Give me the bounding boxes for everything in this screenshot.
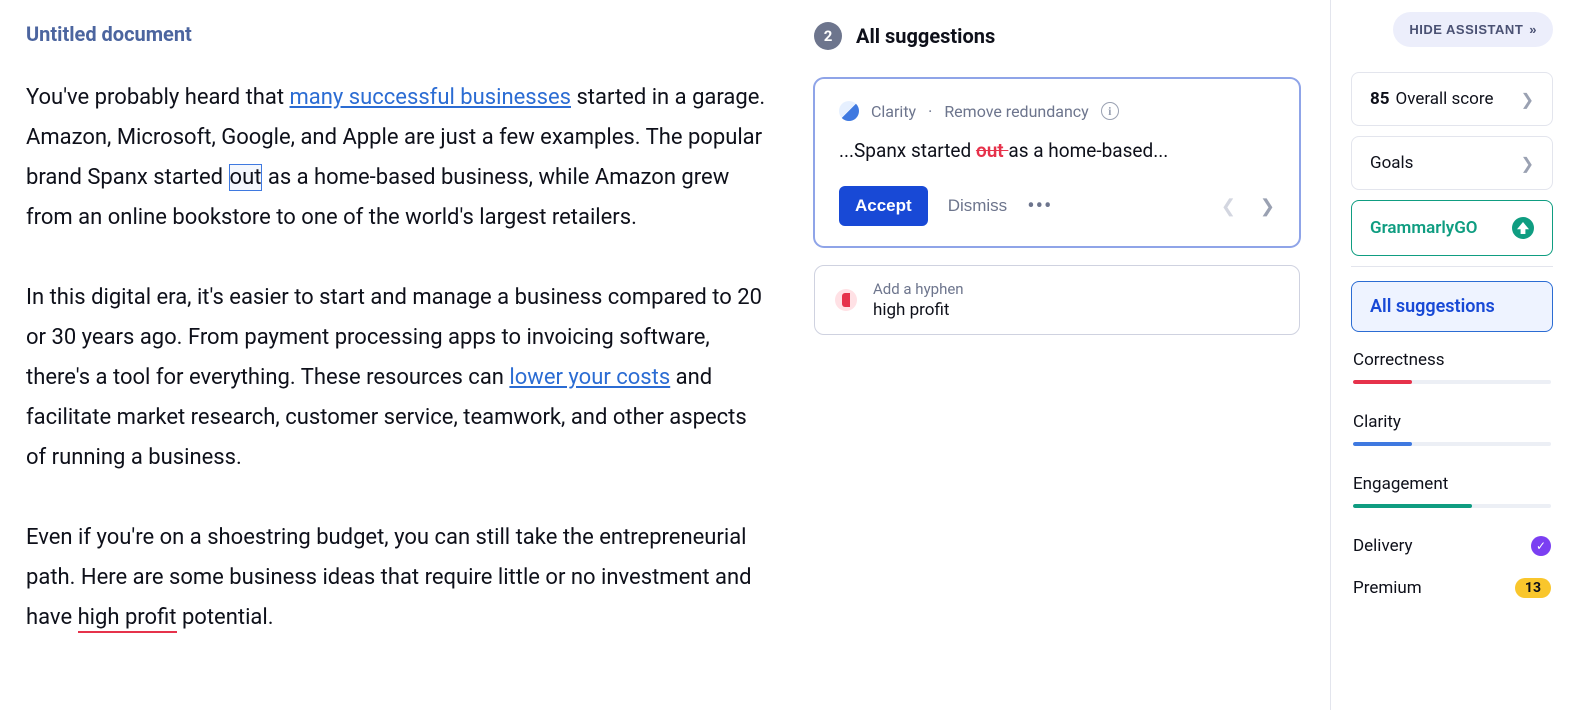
more-options-icon[interactable]: ••• (1027, 194, 1052, 219)
strikethrough-text: out (976, 139, 1008, 162)
category-label: Engagement (1353, 474, 1448, 494)
suggestion-text: high profit (873, 300, 964, 320)
suggestions-heading: All suggestions (856, 24, 995, 48)
goals-label: Goals (1370, 153, 1413, 173)
grammarly-go-label: GrammarlyGO (1370, 218, 1478, 238)
chevron-right-icon: ❯ (1521, 154, 1534, 173)
assistant-sidebar: HIDE ASSISTANT » 85 Overall score ❯ Goals… (1330, 0, 1581, 710)
engagement-bar (1353, 504, 1551, 508)
editor-pane: Untitled document You've probably heard … (0, 0, 790, 710)
premium-count-badge: 13 (1515, 578, 1551, 598)
suggestions-pane: 2 All suggestions Clarity · Remove redun… (790, 0, 1330, 710)
score-text: 85 Overall score (1370, 89, 1494, 109)
category-label: Correctness (1353, 350, 1445, 370)
suggestion-preview: ...Spanx started out as a home-based... (839, 139, 1275, 162)
suggestion-actions: Accept Dismiss ••• ❮ ❯ (839, 186, 1275, 226)
link-successful-businesses[interactable]: many successful businesses (290, 85, 571, 110)
link-lower-costs[interactable]: lower your costs (509, 365, 670, 390)
info-icon[interactable]: i (1101, 102, 1119, 120)
sidebar-list: 85 Overall score ❯ Goals ❯ GrammarlyGO Al… (1351, 72, 1553, 598)
clarity-bar (1353, 442, 1551, 446)
hide-assistant-label: HIDE ASSISTANT (1409, 22, 1523, 37)
separator: · (928, 102, 932, 121)
text: You've probably heard that (26, 85, 290, 110)
highlight-correctness-high-profit[interactable]: high profit (78, 605, 177, 633)
category-label: Delivery (1353, 536, 1413, 556)
correctness-icon (835, 289, 857, 311)
paragraph[interactable]: You've probably heard that many successf… (26, 78, 766, 238)
text: as a home-based... (1008, 139, 1168, 162)
suggestions-header: 2 All suggestions (814, 22, 1300, 50)
collapsed-content: Add a hyphen high profit (873, 280, 964, 320)
suggestion-card-correctness[interactable]: Add a hyphen high profit (814, 265, 1300, 335)
goals-card[interactable]: Goals ❯ (1351, 136, 1553, 190)
chevron-right-icon: ❯ (1521, 90, 1534, 109)
paragraph[interactable]: In this digital era, it's easier to star… (26, 278, 766, 478)
score-label: Overall score (1396, 89, 1494, 109)
suggestion-category: Clarity (871, 102, 916, 121)
document-body[interactable]: You've probably heard that many successf… (26, 78, 766, 638)
divider (1351, 266, 1553, 267)
suggestion-card-clarity[interactable]: Clarity · Remove redundancy i ...Spanx s… (814, 78, 1300, 247)
category-clarity[interactable]: Clarity (1351, 412, 1553, 446)
suggestion-nav: ❮ ❯ (1221, 196, 1275, 217)
grammarly-go-card[interactable]: GrammarlyGO (1351, 200, 1553, 256)
clarity-icon (839, 101, 859, 121)
filter-all-suggestions[interactable]: All suggestions (1351, 281, 1553, 332)
score-value: 85 (1370, 89, 1390, 109)
check-icon: ✓ (1531, 536, 1551, 556)
prev-suggestion-icon[interactable]: ❮ (1221, 196, 1236, 217)
category-engagement[interactable]: Engagement (1351, 474, 1553, 508)
overall-score-card[interactable]: 85 Overall score ❯ (1351, 72, 1553, 126)
hide-assistant-button[interactable]: HIDE ASSISTANT » (1393, 12, 1553, 47)
highlight-clarity-out[interactable]: out (229, 164, 263, 191)
filter-label: All suggestions (1370, 296, 1495, 317)
category-correctness[interactable]: Correctness (1351, 350, 1553, 384)
grammarly-go-icon (1512, 217, 1534, 239)
suggestion-rule: Add a hyphen (873, 280, 964, 298)
document-title[interactable]: Untitled document (26, 22, 768, 46)
next-suggestion-icon[interactable]: ❯ (1260, 196, 1275, 217)
chevron-right-icon: » (1529, 22, 1537, 37)
suggestion-rule: Remove redundancy (944, 102, 1088, 121)
dismiss-button[interactable]: Dismiss (948, 196, 1008, 216)
category-label: Premium (1353, 578, 1422, 598)
accept-button[interactable]: Accept (839, 186, 928, 226)
paragraph[interactable]: Even if you're on a shoestring budget, y… (26, 518, 766, 638)
text: ...Spanx started (839, 139, 976, 162)
correctness-bar (1353, 380, 1551, 384)
text: potential. (177, 605, 274, 630)
category-delivery[interactable]: Delivery ✓ (1351, 536, 1553, 556)
category-label: Clarity (1353, 412, 1401, 432)
suggestion-tag: Clarity · Remove redundancy i (839, 101, 1275, 121)
category-premium[interactable]: Premium 13 (1351, 578, 1553, 598)
suggestions-count-badge: 2 (814, 22, 842, 50)
